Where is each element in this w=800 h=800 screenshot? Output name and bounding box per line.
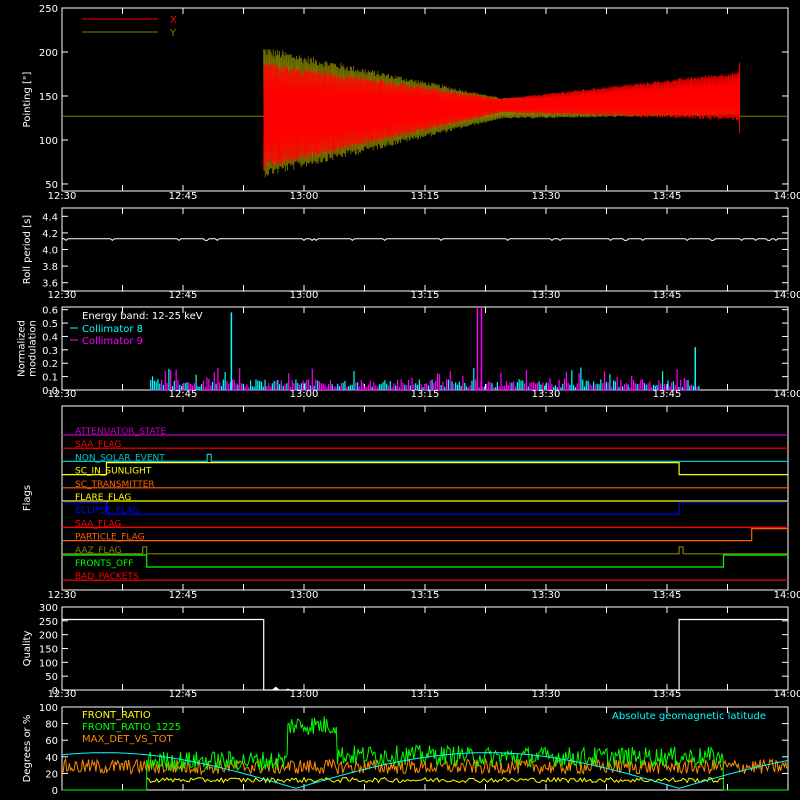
time-tick-label: 13:30 [532,389,561,400]
ytick-label: 50 [45,672,58,683]
y-axis-label: Roll period [s] [22,215,33,284]
legend-label: Collimator 8 [82,324,143,335]
time-tick-label: 12:30 [48,590,77,601]
time-tick-label: 13:45 [653,191,682,202]
ytick-label: 60 [45,736,58,747]
legend-label-y: Y [169,28,177,39]
ytick-label: 0.3 [42,346,58,357]
time-tick-label: 13:30 [532,290,561,301]
time-tick-label: 12:30 [48,290,77,301]
y-axis-label: Pointing ["] [22,71,33,127]
time-tick-label: 13:00 [290,590,319,601]
time-tick-label: 12:45 [169,290,198,301]
y-axis-label: modulation [28,320,39,377]
ytick-label: 3.6 [42,279,58,290]
time-tick-label: 14:00 [774,590,800,601]
time-tick-label: 13:00 [290,689,319,700]
y-axis-label: Normalized [17,320,28,377]
time-tick-label: 13:15 [411,389,440,400]
ytick-label: 3.8 [42,262,58,273]
time-tick-label: 12:30 [48,689,77,700]
legend-label: FRONT_RATIO_1225 [82,722,181,733]
legend-label: Collimator 9 [82,336,143,347]
time-tick-label: 14:00 [774,191,800,202]
time-tick-label: 13:45 [653,689,682,700]
legend-label: FRONT_RATIO [82,710,151,721]
flag-label: FRONTS_OFF [75,559,133,569]
ytick-label: 100 [39,703,58,714]
ytick-label: 4.4 [42,212,58,223]
ytick-label: 150 [39,645,58,656]
ytick-label: 200 [39,48,58,59]
ytick-label: 0 [52,786,58,797]
legend-label: MAX_DET_VS_TOT [82,734,174,745]
ytick-label: 100 [39,136,58,147]
time-tick-label: 13:45 [653,389,682,400]
ytick-label: 20 [45,769,58,780]
ytick-label: 100 [39,658,58,669]
ytick-label: 250 [39,617,58,628]
ytick-label: 0.1 [42,373,58,384]
time-tick-label: 14:00 [774,389,800,400]
time-tick-label: 12:45 [169,191,198,202]
y-axis-label: Degrees or % [22,715,33,783]
time-tick-label: 14:00 [774,290,800,301]
ytick-label: 0.6 [42,306,58,317]
time-tick-label: 13:15 [411,290,440,301]
time-tick-label: 12:45 [169,590,198,601]
ytick-label: 250 [39,4,58,15]
time-tick-label: 13:00 [290,290,319,301]
time-tick-label: 13:00 [290,191,319,202]
time-tick-label: 14:00 [774,689,800,700]
time-tick-label: 13:30 [532,689,561,700]
time-tick-label: 13:00 [290,389,319,400]
time-tick-label: 12:30 [48,389,77,400]
ytick-label: 0.4 [42,332,58,343]
time-tick-label: 12:45 [169,389,198,400]
time-tick-label: 13:30 [532,191,561,202]
time-tick-label: 13:45 [653,290,682,301]
ytick-label: 4.2 [42,229,58,240]
time-tick-label: 12:30 [48,191,77,202]
ytick-label: 4.0 [42,246,58,257]
y-axis-label: Flags [22,485,33,511]
time-tick-label: 13:15 [411,689,440,700]
ytick-label: 0.2 [42,359,58,370]
time-tick-label: 13:30 [532,590,561,601]
ytick-label: 0.5 [42,319,58,330]
time-tick-label: 13:45 [653,590,682,601]
ytick-label: 200 [39,631,58,642]
ytick-label: 40 [45,753,58,764]
legend-title: Energy band: 12-25 keV [82,311,203,322]
time-tick-label: 12:45 [169,689,198,700]
annotation-latitude: Absolute geomagnetic latitude [612,711,766,722]
y-axis-label: Quality [22,631,33,667]
rhessi-quicklook-chart: 50100150200250Pointing ["]XY 3.63.84.04.… [0,0,800,800]
time-tick-label: 13:15 [411,191,440,202]
ytick-label: 150 [39,92,58,103]
time-tick-label: 13:15 [411,590,440,601]
legend-label-x: X [170,15,177,26]
ytick-label: 50 [45,180,58,191]
ytick-label: 300 [39,603,58,614]
ytick-label: 80 [45,720,58,731]
